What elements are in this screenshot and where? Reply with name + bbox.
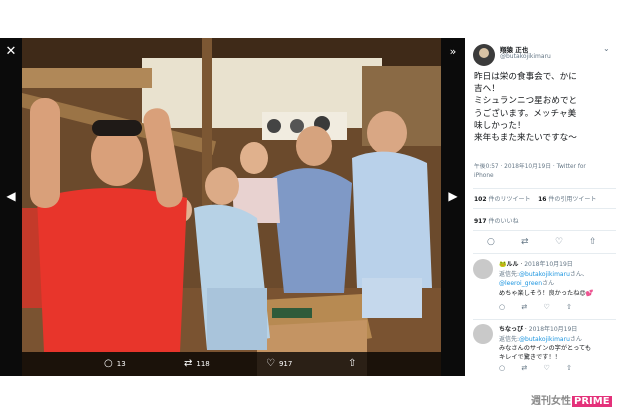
reply-text: めちゃ楽しそう！良かったね😍💕 [499,290,594,297]
mention-link[interactable]: @butakojikimaru [519,271,570,278]
reply-item[interactable]: ちなっぴ · 2018年10月19日 返信先:@butakojikimaruさん… [473,324,618,376]
retweets-stat[interactable]: 102 件のリツイート [474,196,530,203]
reply-date: 2018年10月19日 [528,326,578,333]
right-gutter [441,38,465,376]
watermark-text: 週刊女性 [531,396,571,407]
mention-link[interactable]: @leeroi_green [499,280,542,287]
close-icon[interactable]: ✕ [3,44,19,60]
tweet-detail-panel: 翔猿 正也 @butakojikimaru ⌄ 昨日は栄の食事会で、かに 吉へ！… [465,38,620,376]
avatar[interactable] [473,259,493,279]
divider [473,319,616,320]
chevron-down-icon[interactable]: ⌄ [603,44,610,53]
reply-count: 13 [116,360,126,368]
share-button[interactable]: ⇧ [348,356,360,372]
left-gutter [0,38,22,376]
user-handle[interactable]: @butakojikimaru [500,53,551,60]
avatar[interactable] [473,44,495,66]
reply-to-line-2: @leeroi_greenさん [499,280,555,287]
share-icon[interactable]: ⇧ [566,303,572,311]
reply-to-line: 返信先:@butakojikimaruさん、 [499,271,588,278]
likes-stat[interactable]: 917 件のいいね [474,216,518,225]
chevron-left-icon[interactable]: ◀ [3,188,19,204]
reply-icon[interactable]: ○ [487,237,495,247]
reply-icon[interactable]: ○ [499,364,505,372]
share-icon: ⇧ [348,358,357,369]
tweet-timestamp[interactable]: 午後0:57 · 2018年10月19日 · Twitter for iPhon… [474,163,614,180]
reply-header: 🐸ルル · 2018年10月19日 [499,261,573,268]
tweet-photo[interactable] [22,38,441,376]
reply-header: ちなっぴ · 2018年10月19日 [499,326,578,333]
retweet-count: 118 [196,360,210,368]
reply-item[interactable]: 🐸ルル · 2018年10月19日 返信先:@butakojikimaruさん、… [473,259,618,327]
reply-to-line: 返信先:@butakojikimaruさん [499,336,582,343]
retweet-button[interactable]: ⇄ 118 [184,356,210,372]
tweet-text: 昨日は栄の食事会で、かに 吉へ！ ミシュランニつ星おめでと うございます。メッチ… [474,72,578,144]
divider [473,208,616,209]
reply-actions: ○ ⇄ ♡ ⇧ [499,303,572,311]
reply-icon: ○ [104,358,113,369]
reply-name[interactable]: ちなっぴ [499,326,523,333]
divider [473,230,616,231]
share-icon[interactable]: ⇧ [566,364,572,372]
reply-name[interactable]: ルル [506,261,518,268]
quotes-stat[interactable]: 16 件の引用ツイート [538,196,596,203]
watermark-logo: 週刊女性 PRIME [531,395,612,409]
like-icon: ♡ [266,358,275,369]
tweet-stats: 102 件のリツイート 16 件の引用ツイート [474,194,596,203]
retweet-icon[interactable]: ⇄ [521,364,527,372]
reply-date: 2018年10月19日 [524,261,573,268]
mention-link[interactable]: @butakojikimaru [519,336,570,343]
reply-actions: ○ ⇄ ♡ ⇧ [499,364,572,372]
avatar[interactable] [473,324,493,344]
chevron-right-icon[interactable]: ▶ [445,188,461,204]
photo-action-bar: ○ 13 ⇄ 118 ♡ 917 ⇧ [22,352,441,376]
like-icon[interactable]: ♡ [543,303,549,311]
retweet-icon[interactable]: ⇄ [521,237,529,247]
share-icon[interactable]: ⇧ [589,237,597,247]
reply-text: みなさんのサインの字がとっても [499,345,592,352]
watermark-brand: PRIME [572,396,612,407]
retweet-icon[interactable]: ⇄ [521,303,527,311]
like-icon[interactable]: ♡ [543,364,549,372]
like-count: 917 [278,360,293,368]
reply-text-2: キレイで驚きです！！ [499,354,561,361]
media-viewer: ✕ ◀ » ▶ ○ 13 ⇄ 118 ♡ 917 ⇧ 翔猿 正也 @butako… [0,38,620,376]
reply-button[interactable]: ○ 13 [104,356,126,372]
reply-icon[interactable]: ○ [499,303,505,311]
like-icon[interactable]: ♡ [555,237,563,247]
expand-icon[interactable]: » [445,44,461,60]
divider [473,253,616,254]
like-button[interactable]: ♡ 917 [266,356,292,372]
retweet-icon: ⇄ [184,358,193,369]
divider [473,188,616,189]
